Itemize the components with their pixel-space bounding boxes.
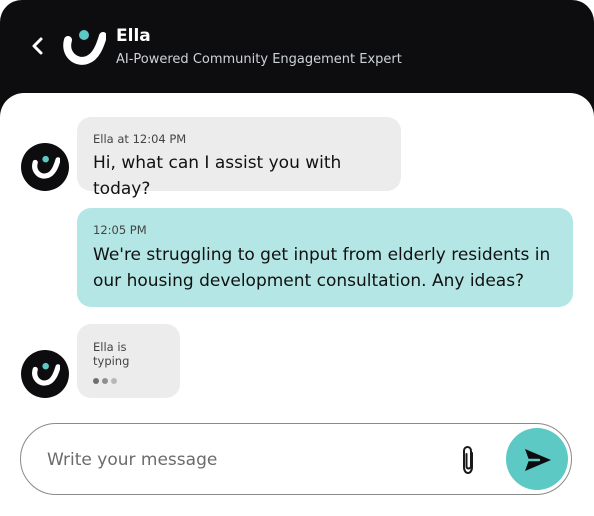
ella-logo-icon xyxy=(32,155,60,179)
send-button[interactable] xyxy=(506,428,568,490)
message-input[interactable] xyxy=(45,444,449,476)
bot-message-bubble: Ella at 12:04 PM Hi, what can I assist y… xyxy=(77,117,401,199)
typing-dot xyxy=(102,378,108,384)
ella-logo-icon xyxy=(32,362,60,386)
typing-dot xyxy=(111,378,117,384)
message-meta: Ella at 12:04 PM xyxy=(93,132,187,146)
assistant-name: Ella xyxy=(116,26,151,46)
attach-button[interactable] xyxy=(457,444,479,476)
typing-dots xyxy=(93,378,164,384)
ella-logo-icon xyxy=(60,26,107,68)
chevron-left-icon xyxy=(32,37,43,55)
message-composer xyxy=(20,423,572,495)
typing-indicator: Ella is typing xyxy=(77,324,180,398)
send-icon xyxy=(525,449,551,471)
paperclip-icon xyxy=(463,446,473,474)
typing-dot xyxy=(93,378,99,384)
assistant-subtitle: AI-Powered Community Engagement Expert xyxy=(116,52,402,67)
message-text-line: our housing development consultation. An… xyxy=(93,271,525,291)
message-text: Hi, what can I assist you with today? xyxy=(93,153,342,199)
user-message-bubble: 12:05 PM We're struggling to get input f… xyxy=(77,208,573,307)
message-text-line: We're struggling to get input from elder… xyxy=(93,245,551,265)
ella-avatar xyxy=(21,350,69,398)
message-meta: 12:05 PM xyxy=(93,223,147,237)
back-button[interactable] xyxy=(30,34,46,58)
typing-label: Ella is typing xyxy=(93,340,130,368)
ella-avatar xyxy=(21,143,69,191)
